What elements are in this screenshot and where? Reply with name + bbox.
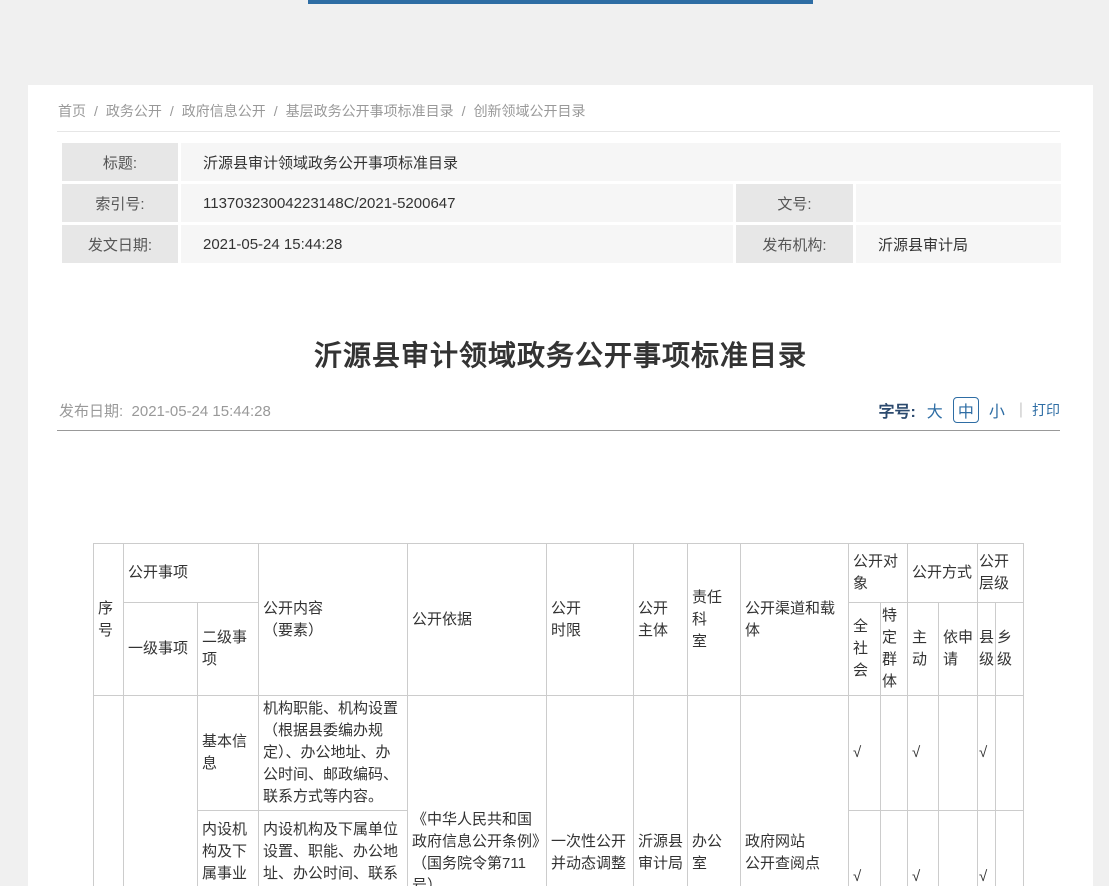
meta-title-value: 沂源县审计领域政务公开事项标准目录 <box>181 143 1061 181</box>
cell-check-request <box>939 696 978 811</box>
meta-docnum-label: 文号: <box>736 184 853 222</box>
col-header-matters: 公开事项 <box>124 544 259 603</box>
breadcrumb: 首页 / 政务公开 / 政府信息公开 / 基层政务公开事项标准目录 / 创新领域公开目录 <box>58 101 1061 121</box>
col-header-subject: 公开 主体 <box>634 544 688 696</box>
font-medium-button[interactable]: 中 <box>953 397 979 423</box>
col-header-time-limit: 公开 时限 <box>547 544 634 696</box>
col-header-audience-all: 全社 会 <box>849 603 881 696</box>
font-small-button[interactable]: 小 <box>989 398 1005 422</box>
content-panel: 首页 / 政务公开 / 政府信息公开 / 基层政务公开事项标准目录 / 创新领域公开目录 标题:… <box>28 85 1093 886</box>
article-toolbar: 发布日期: 2021-05-24 15:44:28 字号: 大 中 小 | 打印 <box>59 397 1060 423</box>
cell-check-township <box>996 696 1024 811</box>
cell-level1 <box>124 696 198 886</box>
meta-docnum-value <box>856 184 1061 222</box>
page-title: 沂源县审计领域政务公开事项标准目录 <box>28 334 1093 374</box>
breadcrumb-separator: / <box>274 103 278 119</box>
meta-date-value: 2021-05-24 15:44:28 <box>181 225 733 263</box>
breadcrumb-divider <box>57 131 1060 132</box>
col-header-channel: 公开渠道和载 体 <box>741 544 849 696</box>
meta-agency-value: 沂源县审计局 <box>856 225 1061 263</box>
cell-check-all: √ <box>849 811 881 886</box>
cell-level2: 内设机构及下属事业单位 <box>198 811 259 886</box>
meta-index-value: 11370323004223148C/2021-5200647 <box>181 184 733 222</box>
toolbar-divider: | <box>1019 401 1023 419</box>
cell-seq <box>94 696 124 886</box>
cell-level2: 基本信息 <box>198 696 259 811</box>
col-header-level2: 二级事 项 <box>198 603 259 696</box>
col-header-seq: 序 号 <box>94 544 124 696</box>
breadcrumb-separator: / <box>94 103 98 119</box>
font-large-button[interactable]: 大 <box>927 398 943 422</box>
cell-content: 机构职能、机构设置（根据县委编办规定）、办公地址、办公时间、邮政编码、联系方式等… <box>259 696 408 811</box>
col-header-level-county: 县 级 <box>978 603 996 696</box>
publish-date-label: 发布日期: <box>59 403 123 420</box>
col-header-audience: 公开对 象 <box>849 544 908 603</box>
disclosure-catalog-table: 序 号 公开事项 公开内容 （要素） 公开依据 公开 时限 公开 主体 责任科 … <box>93 543 1024 886</box>
catalog-header-row-1: 序 号 公开事项 公开内容 （要素） 公开依据 公开 时限 公开 主体 责任科 … <box>94 544 1024 603</box>
cell-check-township <box>996 811 1024 886</box>
col-header-department: 责任科 室 <box>688 544 741 696</box>
meta-index-label: 索引号: <box>62 184 178 222</box>
table-row: 基本信息 机构职能、机构设置（根据县委编办规定）、办公地址、办公时间、邮政编码、… <box>94 696 1024 811</box>
meta-row-title: 标题: 沂源县审计领域政务公开事项标准目录 <box>62 143 1061 181</box>
col-header-level1: 一级事项 <box>124 603 198 696</box>
cell-check-specific <box>881 696 908 811</box>
breadcrumb-separator: / <box>462 103 466 119</box>
cell-check-specific <box>881 811 908 886</box>
cell-check-county: √ <box>978 696 996 811</box>
breadcrumb-zhengwu[interactable]: 政务公开 <box>106 103 162 119</box>
cell-department: 办公室 <box>688 696 741 886</box>
col-header-audience-specific: 特定群体 <box>881 603 908 696</box>
breadcrumb-info-disclosure[interactable]: 政府信息公开 <box>182 103 266 119</box>
breadcrumb-home[interactable]: 首页 <box>58 103 86 119</box>
publish-date: 发布日期: 2021-05-24 15:44:28 <box>59 400 271 421</box>
cell-check-active: √ <box>908 696 939 811</box>
breadcrumb-innovation-catalog[interactable]: 创新领域公开目录 <box>474 103 586 119</box>
col-header-basis: 公开依据 <box>408 544 547 696</box>
cell-check-all: √ <box>849 696 881 811</box>
col-header-method: 公开方式 <box>908 544 978 603</box>
cell-time-limit: 一次性公开并动态调整 <box>547 696 634 886</box>
cell-check-request <box>939 811 978 886</box>
nav-bottom-accent-bar <box>308 0 813 4</box>
cell-subject: 沂源县审计局 <box>634 696 688 886</box>
meta-date-label: 发文日期: <box>62 225 178 263</box>
print-button[interactable]: 打印 <box>1032 400 1060 420</box>
breadcrumb-standard-catalog[interactable]: 基层政务公开事项标准目录 <box>286 103 454 119</box>
meta-agency-label: 发布机构: <box>736 225 853 263</box>
cell-content: 内设机构及下属单位设置、职能、办公地址、办公时间、联系方式、负责人姓名等内容。 <box>259 811 408 886</box>
cell-check-county: √ <box>978 811 996 886</box>
article-divider <box>57 430 1060 431</box>
breadcrumb-separator: / <box>170 103 174 119</box>
meta-title-label: 标题: <box>62 143 178 181</box>
col-header-level-township: 乡 级 <box>996 603 1024 696</box>
font-size-label: 字号: <box>878 398 915 422</box>
cell-basis: 《中华人民共和国政府信息公开条例》（国务院令第711号） <box>408 696 547 886</box>
publish-date-value: 2021-05-24 15:44:28 <box>132 403 271 420</box>
col-header-level: 公开 层级 <box>978 544 1024 603</box>
col-header-method-request: 依申 请 <box>939 603 978 696</box>
meta-row-index: 索引号: 11370323004223148C/2021-5200647 文号: <box>62 184 1061 222</box>
cell-channel: 政府网站 公开查阅点 <box>741 696 849 886</box>
meta-row-date: 发文日期: 2021-05-24 15:44:28 发布机构: 沂源县审计局 <box>62 225 1061 263</box>
document-meta-table: 标题: 沂源县审计领域政务公开事项标准目录 索引号: 1137032300422… <box>59 140 1064 266</box>
col-header-method-active: 主 动 <box>908 603 939 696</box>
font-size-control: 字号: 大 中 小 | 打印 <box>878 397 1060 423</box>
cell-check-active: √ <box>908 811 939 886</box>
col-header-content: 公开内容 （要素） <box>259 544 408 696</box>
